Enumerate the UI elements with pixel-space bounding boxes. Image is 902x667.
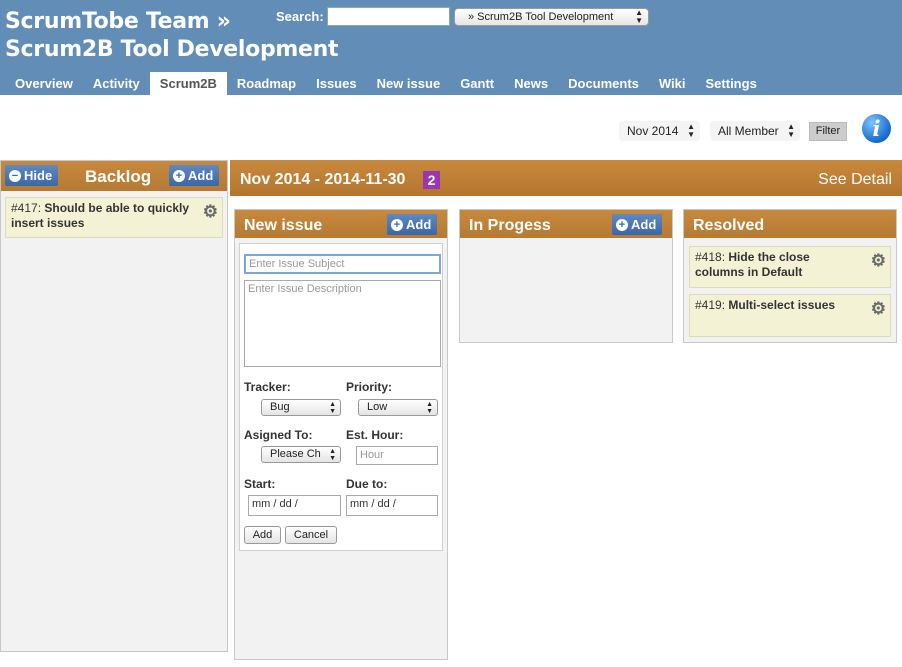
in-progress-title: In Progess: [469, 217, 551, 234]
new-issue-title: New issue: [244, 217, 323, 234]
sprint-select[interactable]: Nov 2014 ▲ ▼: [619, 121, 700, 141]
title-line-2[interactable]: Scrum2B Tool Development: [5, 36, 339, 64]
tab-issues[interactable]: Issues: [306, 72, 366, 95]
select-arrows-icon: ▲ ▼: [426, 400, 433, 415]
gear-icon[interactable]: ⚙: [871, 252, 886, 269]
add-label: Add: [188, 167, 214, 183]
select-arrows-icon: ▲ ▼: [329, 400, 336, 415]
tab-activity[interactable]: Activity: [83, 72, 150, 95]
project-select-value: » Scrum2B Tool Development: [468, 11, 614, 23]
issue-card[interactable]: #418: Hide the close columns in Default …: [689, 246, 891, 288]
member-select[interactable]: All Member ▲ ▼: [710, 121, 800, 141]
new-issue-header: New issue + Add: [235, 210, 447, 238]
search-label: Search:: [276, 9, 324, 24]
tab-overview[interactable]: Overview: [5, 72, 83, 95]
tracker-value: Bug: [270, 401, 290, 413]
gear-icon[interactable]: ⚙: [871, 300, 886, 317]
backlog-title: Backlog: [85, 167, 152, 186]
resolved-title: Resolved: [693, 217, 765, 234]
sprint-bar: Nov 2014 - 2014-11-30 2 See Detail: [230, 160, 902, 196]
new-issue-add-button[interactable]: + Add: [387, 214, 438, 235]
tab-roadmap[interactable]: Roadmap: [227, 72, 306, 95]
issue-id[interactable]: #419:: [695, 298, 725, 312]
sprint-select-value: Nov 2014: [627, 124, 679, 138]
member-select-value: All Member: [718, 124, 779, 138]
in-progress-header: In Progess + Add: [460, 210, 672, 238]
plus-icon: +: [616, 218, 628, 231]
tracker-select[interactable]: Bug ▲ ▼: [261, 399, 341, 416]
project-jump-select[interactable]: » Scrum2B Tool Development ▲ ▼: [454, 8, 649, 26]
tab-news[interactable]: News: [504, 72, 558, 95]
sprint-issue-count-badge: 2: [423, 171, 440, 189]
start-date-input[interactable]: mm / dd /: [248, 495, 341, 516]
sprint-title: Nov 2014 - 2014-11-30: [240, 171, 406, 188]
in-progress-column: In Progess + Add: [459, 209, 673, 343]
new-issue-form: Enter Issue Subject Enter Issue Descript…: [239, 243, 443, 551]
issue-card[interactable]: #417: Should be able to quickly insert i…: [5, 197, 223, 238]
in-progress-add-button[interactable]: + Add: [612, 214, 663, 235]
resolved-column: Resolved #418: Hide the close columns in…: [683, 209, 897, 343]
tab-wiki[interactable]: Wiki: [649, 72, 696, 95]
tab-documents[interactable]: Documents: [558, 72, 649, 95]
header: ScrumTobe Team » Scrum2B Tool Developmen…: [0, 0, 902, 95]
select-arrows-icon: ▲ ▼: [329, 447, 336, 462]
hide-label: Hide: [24, 167, 53, 183]
priority-select[interactable]: Low ▲ ▼: [358, 399, 438, 416]
info-icon[interactable]: i: [862, 114, 891, 143]
issue-subject: Multi-select issues: [728, 298, 836, 312]
tab-settings[interactable]: Settings: [696, 72, 767, 95]
backlog-add-button[interactable]: + Add: [169, 165, 220, 186]
plus-icon: +: [173, 169, 185, 182]
tab-gantt[interactable]: Gantt: [450, 72, 504, 95]
search-input[interactable]: [327, 7, 450, 26]
minus-icon: −: [9, 169, 21, 182]
hide-backlog-button[interactable]: − Hide: [5, 165, 59, 186]
assigned-to-label: Asigned To:: [244, 428, 313, 442]
due-date-input[interactable]: mm / dd /: [346, 495, 438, 516]
issue-subject-input[interactable]: Enter Issue Subject: [244, 254, 441, 274]
plus-icon: +: [391, 218, 403, 231]
gear-icon[interactable]: ⚙: [203, 203, 218, 220]
due-to-label: Due to:: [346, 477, 388, 491]
add-label: Add: [406, 216, 432, 232]
select-arrows-icon: ▲ ▼: [687, 122, 695, 139]
priority-label: Priority:: [346, 380, 393, 394]
tracker-label: Tracker:: [244, 380, 291, 394]
tab-scrum2b[interactable]: Scrum2B: [149, 72, 227, 95]
main-tabs: Overview Activity Scrum2B Roadmap Issues…: [5, 72, 767, 95]
priority-value: Low: [367, 401, 388, 413]
assigned-to-select[interactable]: Please Ch ▲ ▼: [261, 446, 341, 463]
est-hour-input[interactable]: Hour: [356, 446, 438, 465]
backlog-header: − Hide Backlog + Add: [1, 161, 227, 191]
filter-button[interactable]: Filter: [809, 122, 847, 141]
issue-id[interactable]: #418:: [695, 250, 725, 264]
assigned-to-value: Please Ch: [270, 448, 321, 460]
issue-description-textarea[interactable]: Enter Issue Description: [244, 280, 441, 367]
issue-id[interactable]: #417:: [11, 201, 41, 215]
see-detail-link[interactable]: See Detail: [818, 171, 892, 189]
select-arrows-icon: ▲ ▼: [635, 8, 643, 25]
issue-card[interactable]: #419: Multi-select issues ⚙: [689, 294, 891, 337]
select-arrows-icon: ▲ ▼: [787, 122, 795, 139]
start-label: Start:: [244, 477, 276, 491]
add-issue-button[interactable]: Add: [244, 526, 281, 544]
est-hour-label: Est. Hour:: [346, 428, 404, 442]
tab-new-issue[interactable]: New issue: [367, 72, 451, 95]
backlog-column: − Hide Backlog + Add #417: Should be abl…: [0, 160, 228, 652]
cancel-button[interactable]: Cancel: [285, 526, 337, 544]
resolved-header: Resolved: [684, 210, 896, 238]
add-label: Add: [631, 216, 657, 232]
